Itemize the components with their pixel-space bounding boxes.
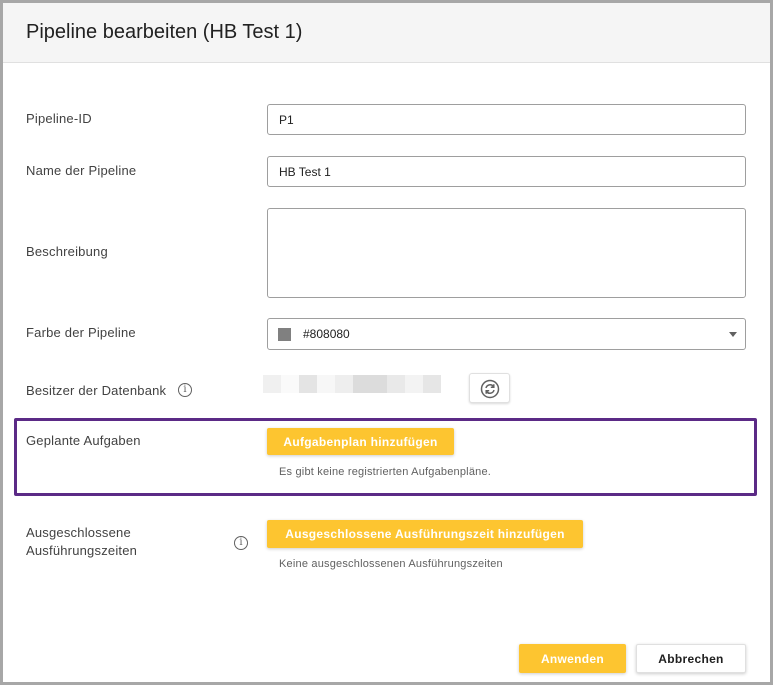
pipeline-id-label: Pipeline-ID <box>26 111 92 126</box>
description-textarea[interactable] <box>267 208 746 298</box>
cancel-button[interactable]: Abbrechen <box>636 644 746 673</box>
no-task-schedules-text: Es gibt keine registrierten Aufgabenplän… <box>279 466 492 478</box>
pipeline-name-input[interactable] <box>267 156 746 187</box>
add-task-schedule-button[interactable]: Aufgabenplan hinzufügen <box>267 428 454 455</box>
db-owner-label: Besitzer der Datenbank <box>26 383 167 398</box>
apply-button[interactable]: Anwenden <box>519 644 626 673</box>
description-label: Beschreibung <box>26 244 108 259</box>
color-swatch <box>278 328 291 341</box>
db-owner-redacted <box>263 375 463 393</box>
pipeline-name-label: Name der Pipeline <box>26 163 137 178</box>
scheduled-tasks-label: Geplante Aufgaben <box>26 433 141 448</box>
pipeline-color-label: Farbe der Pipeline <box>26 325 136 340</box>
excluded-times-label-line2: Ausführungszeiten <box>26 543 138 558</box>
chevron-down-icon <box>729 332 737 337</box>
dialog-header: Pipeline bearbeiten (HB Test 1) <box>3 3 770 63</box>
dialog-title: Pipeline bearbeiten (HB Test 1) <box>26 21 303 43</box>
edit-pipeline-dialog: Pipeline bearbeiten (HB Test 1) Pipeline… <box>0 0 773 685</box>
color-value: #808080 <box>303 327 350 341</box>
info-icon[interactable]: i <box>178 383 192 397</box>
add-excluded-time-button[interactable]: Ausgeschlossene Ausführungszeit hinzufüg… <box>267 520 583 548</box>
info-icon[interactable]: i <box>234 536 248 550</box>
no-excluded-times-text: Keine ausgeschlossenen Ausführungszeiten <box>279 558 503 570</box>
pipeline-color-select[interactable]: #808080 <box>267 318 746 350</box>
pipeline-id-input[interactable] <box>267 104 746 135</box>
excluded-times-label-line1: Ausgeschlossene <box>26 525 131 540</box>
refresh-icon <box>480 379 500 399</box>
excluded-times-label: Ausgeschlossene Ausführungszeiten <box>26 524 137 560</box>
refresh-owner-button[interactable] <box>469 373 510 403</box>
